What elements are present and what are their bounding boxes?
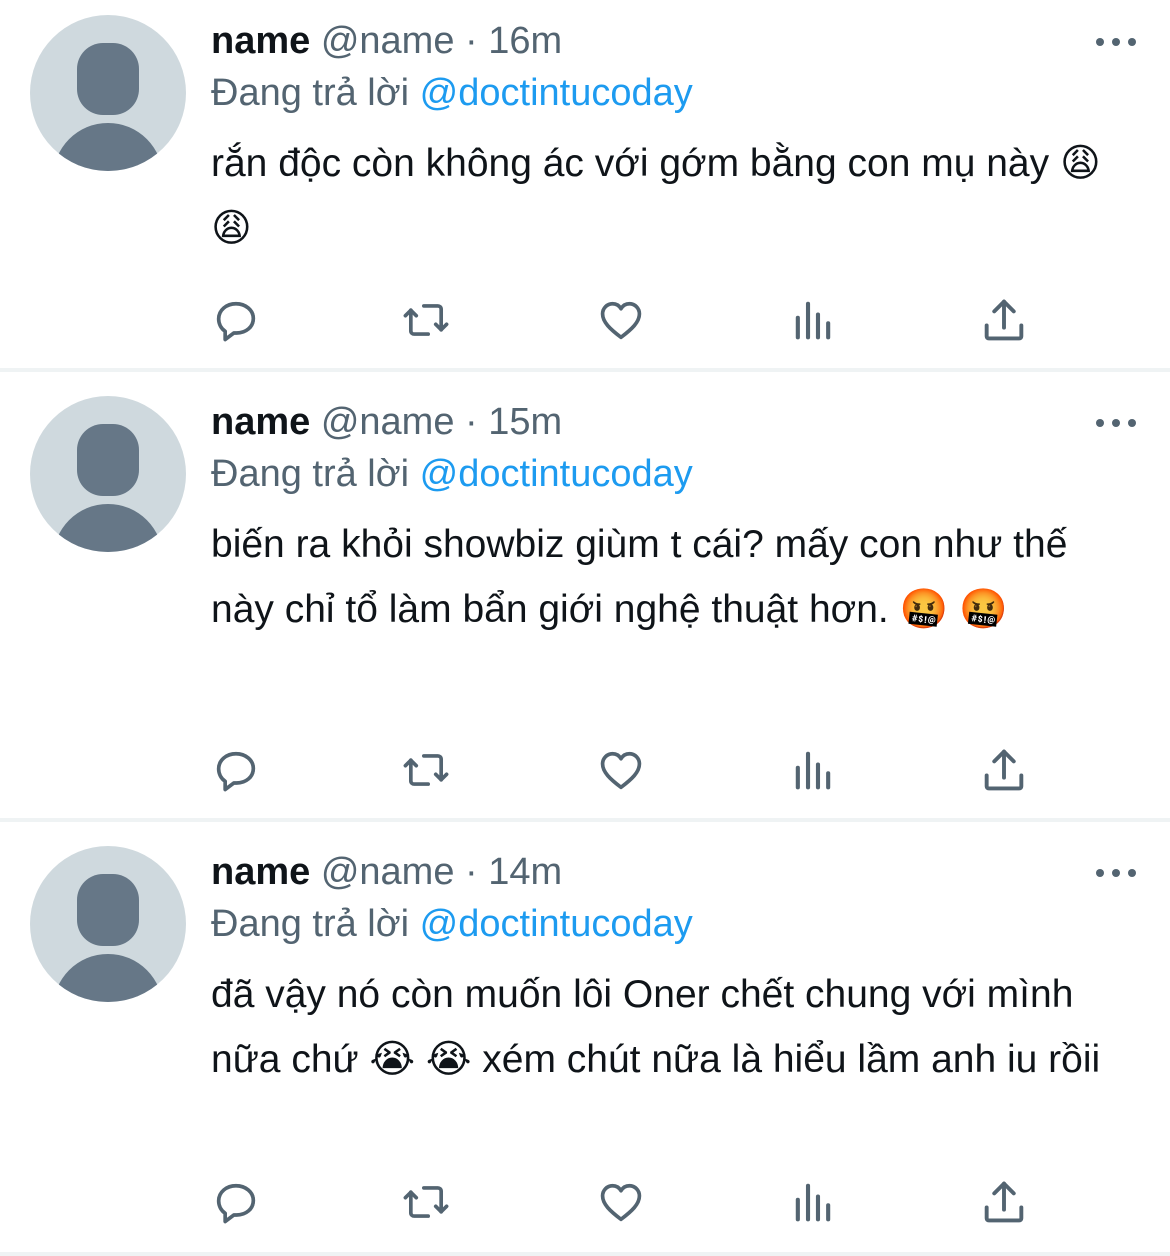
timestamp[interactable]: 14m [488,851,562,893]
share-icon[interactable] [978,1176,1030,1228]
heart-icon[interactable] [595,744,647,796]
reply-icon[interactable] [210,1176,262,1228]
avatar[interactable] [30,846,186,1002]
replying-prefix: Đang trả lời [211,453,410,495]
analytics-icon[interactable] [787,744,839,796]
replying-to: Đang trả lời @doctintucoday [211,901,693,947]
heart-icon[interactable] [595,294,647,346]
tweet[interactable]: name @name · 14m Đang trả lời @doctintuc… [0,822,1170,1256]
reply-icon[interactable] [210,744,262,796]
share-icon[interactable] [978,294,1030,346]
retweet-icon[interactable] [400,1176,452,1228]
user-handle[interactable]: @name [321,20,455,62]
avatar[interactable] [30,396,186,552]
separator-dot: · [465,20,478,62]
retweet-icon[interactable] [400,744,452,796]
more-icon[interactable] [1096,36,1136,48]
retweet-icon[interactable] [400,294,452,346]
timestamp[interactable]: 15m [488,401,562,443]
replying-prefix: Đang trả lời [211,72,410,114]
tweet-text: biến ra khỏi showbiz giùm t cái? mấy con… [211,523,1068,631]
user-handle[interactable]: @name [321,401,455,443]
reply-icon[interactable] [210,294,262,346]
mention-link[interactable]: @doctintucoday [420,453,693,495]
avatar-body-shape [53,954,163,1002]
tweet[interactable]: name @name · 16m Đang trả lời @doctintuc… [0,0,1170,372]
tweet-actions [210,744,1040,796]
avatar-head-shape [77,424,139,496]
avatar-body-shape [53,123,163,171]
mention-link[interactable]: @doctintucoday [420,72,693,114]
avatar-body-shape [53,504,163,552]
tweet-header: name @name · 16m [211,18,562,64]
more-icon[interactable] [1096,867,1136,879]
display-name[interactable]: name [211,851,310,893]
display-name[interactable]: name [211,401,310,443]
replying-to: Đang trả lời @doctintucoday [211,451,693,497]
analytics-icon[interactable] [787,1176,839,1228]
replying-to: Đang trả lời @doctintucoday [211,70,693,116]
timestamp[interactable]: 16m [488,20,562,62]
mention-link[interactable]: @doctintucoday [420,903,693,945]
share-icon[interactable] [978,744,1030,796]
tweet-text: đã vậy nó còn muốn lôi Oner chết chung v… [211,973,1101,1081]
separator-dot: · [465,401,478,443]
replying-prefix: Đang trả lời [211,903,410,945]
tweet-actions [210,294,1040,346]
tweet-header: name @name · 14m [211,849,562,895]
tweet[interactable]: name @name · 15m Đang trả lời @doctintuc… [0,372,1170,822]
analytics-icon[interactable] [787,294,839,346]
tweet-actions [210,1176,1040,1228]
user-handle[interactable]: @name [321,851,455,893]
tweet-text: rắn độc còn không ác với gớm bằng con mụ… [211,142,1101,250]
more-icon[interactable] [1096,417,1136,429]
separator-dot: · [465,851,478,893]
avatar-head-shape [77,874,139,946]
avatar-head-shape [77,43,139,115]
avatar[interactable] [30,15,186,171]
display-name[interactable]: name [211,20,310,62]
tweet-header: name @name · 15m [211,399,562,445]
heart-icon[interactable] [595,1176,647,1228]
